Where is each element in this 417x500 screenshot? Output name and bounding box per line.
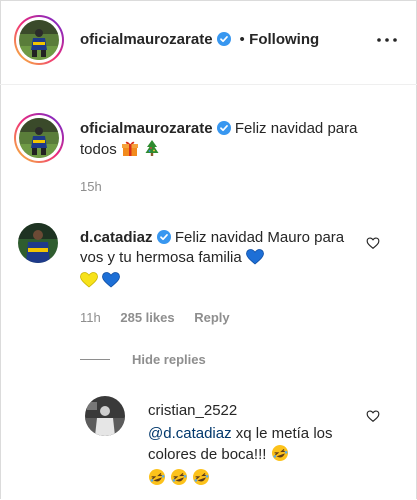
gift-emoji-icon (121, 139, 139, 163)
hide-replies-line (80, 359, 110, 360)
caption-avatar[interactable] (14, 113, 64, 163)
rolling-laughing-emoji-icon (192, 468, 210, 492)
verified-badge-icon (216, 121, 231, 135)
yellow-heart-emoji-icon (80, 272, 98, 294)
like-heart-icon[interactable] (366, 409, 380, 423)
reply-mention[interactable]: @d.catadiaz (148, 425, 232, 442)
verified-badge-icon (156, 230, 171, 244)
comment-likes[interactable]: 285 likes (120, 310, 174, 325)
profile-photo (19, 20, 59, 60)
header-username[interactable]: oficialmaurozarate (80, 31, 213, 48)
comment-time[interactable]: 11h (80, 310, 101, 325)
reply-button[interactable]: Reply (194, 310, 229, 325)
rolling-laughing-emoji-icon (148, 468, 166, 492)
caption-body: oficialmaurozarate Feliz navidad para to… (80, 119, 380, 163)
reply-username[interactable]: cristian_2522 (148, 401, 237, 421)
comment-body: d.catadiaz Feliz navidad Mauro para vos … (80, 228, 350, 294)
blue-heart-emoji-icon (102, 272, 121, 294)
christmas-tree-emoji-icon (143, 139, 161, 163)
hide-replies-button[interactable]: Hide replies (132, 352, 206, 367)
header-separator: • (239, 31, 245, 48)
more-options-icon[interactable] (375, 32, 399, 48)
profile-photo (19, 118, 59, 158)
comment-username[interactable]: d.catadiaz (80, 229, 153, 246)
following-button[interactable]: Following (249, 31, 319, 48)
blue-heart-emoji-icon (246, 249, 264, 271)
like-heart-icon[interactable] (366, 236, 380, 250)
header-avatar[interactable] (14, 15, 64, 65)
post-header: oficialmaurozarate • Following (0, 0, 417, 85)
comment-avatar[interactable] (18, 223, 58, 263)
avatar-photo (18, 223, 58, 263)
rolling-laughing-emoji-icon (170, 468, 188, 492)
reply-body: @d.catadiaz xq le metía los colores de b… (148, 424, 353, 492)
avatar-photo (85, 396, 125, 436)
comment-meta: 11h 285 likes Reply (80, 310, 230, 325)
caption-username[interactable]: oficialmaurozarate (80, 120, 213, 137)
reply-avatar[interactable] (85, 396, 125, 436)
caption-time[interactable]: 15h (80, 179, 102, 194)
verified-badge-icon (217, 32, 231, 46)
rolling-laughing-emoji-icon (271, 444, 289, 468)
